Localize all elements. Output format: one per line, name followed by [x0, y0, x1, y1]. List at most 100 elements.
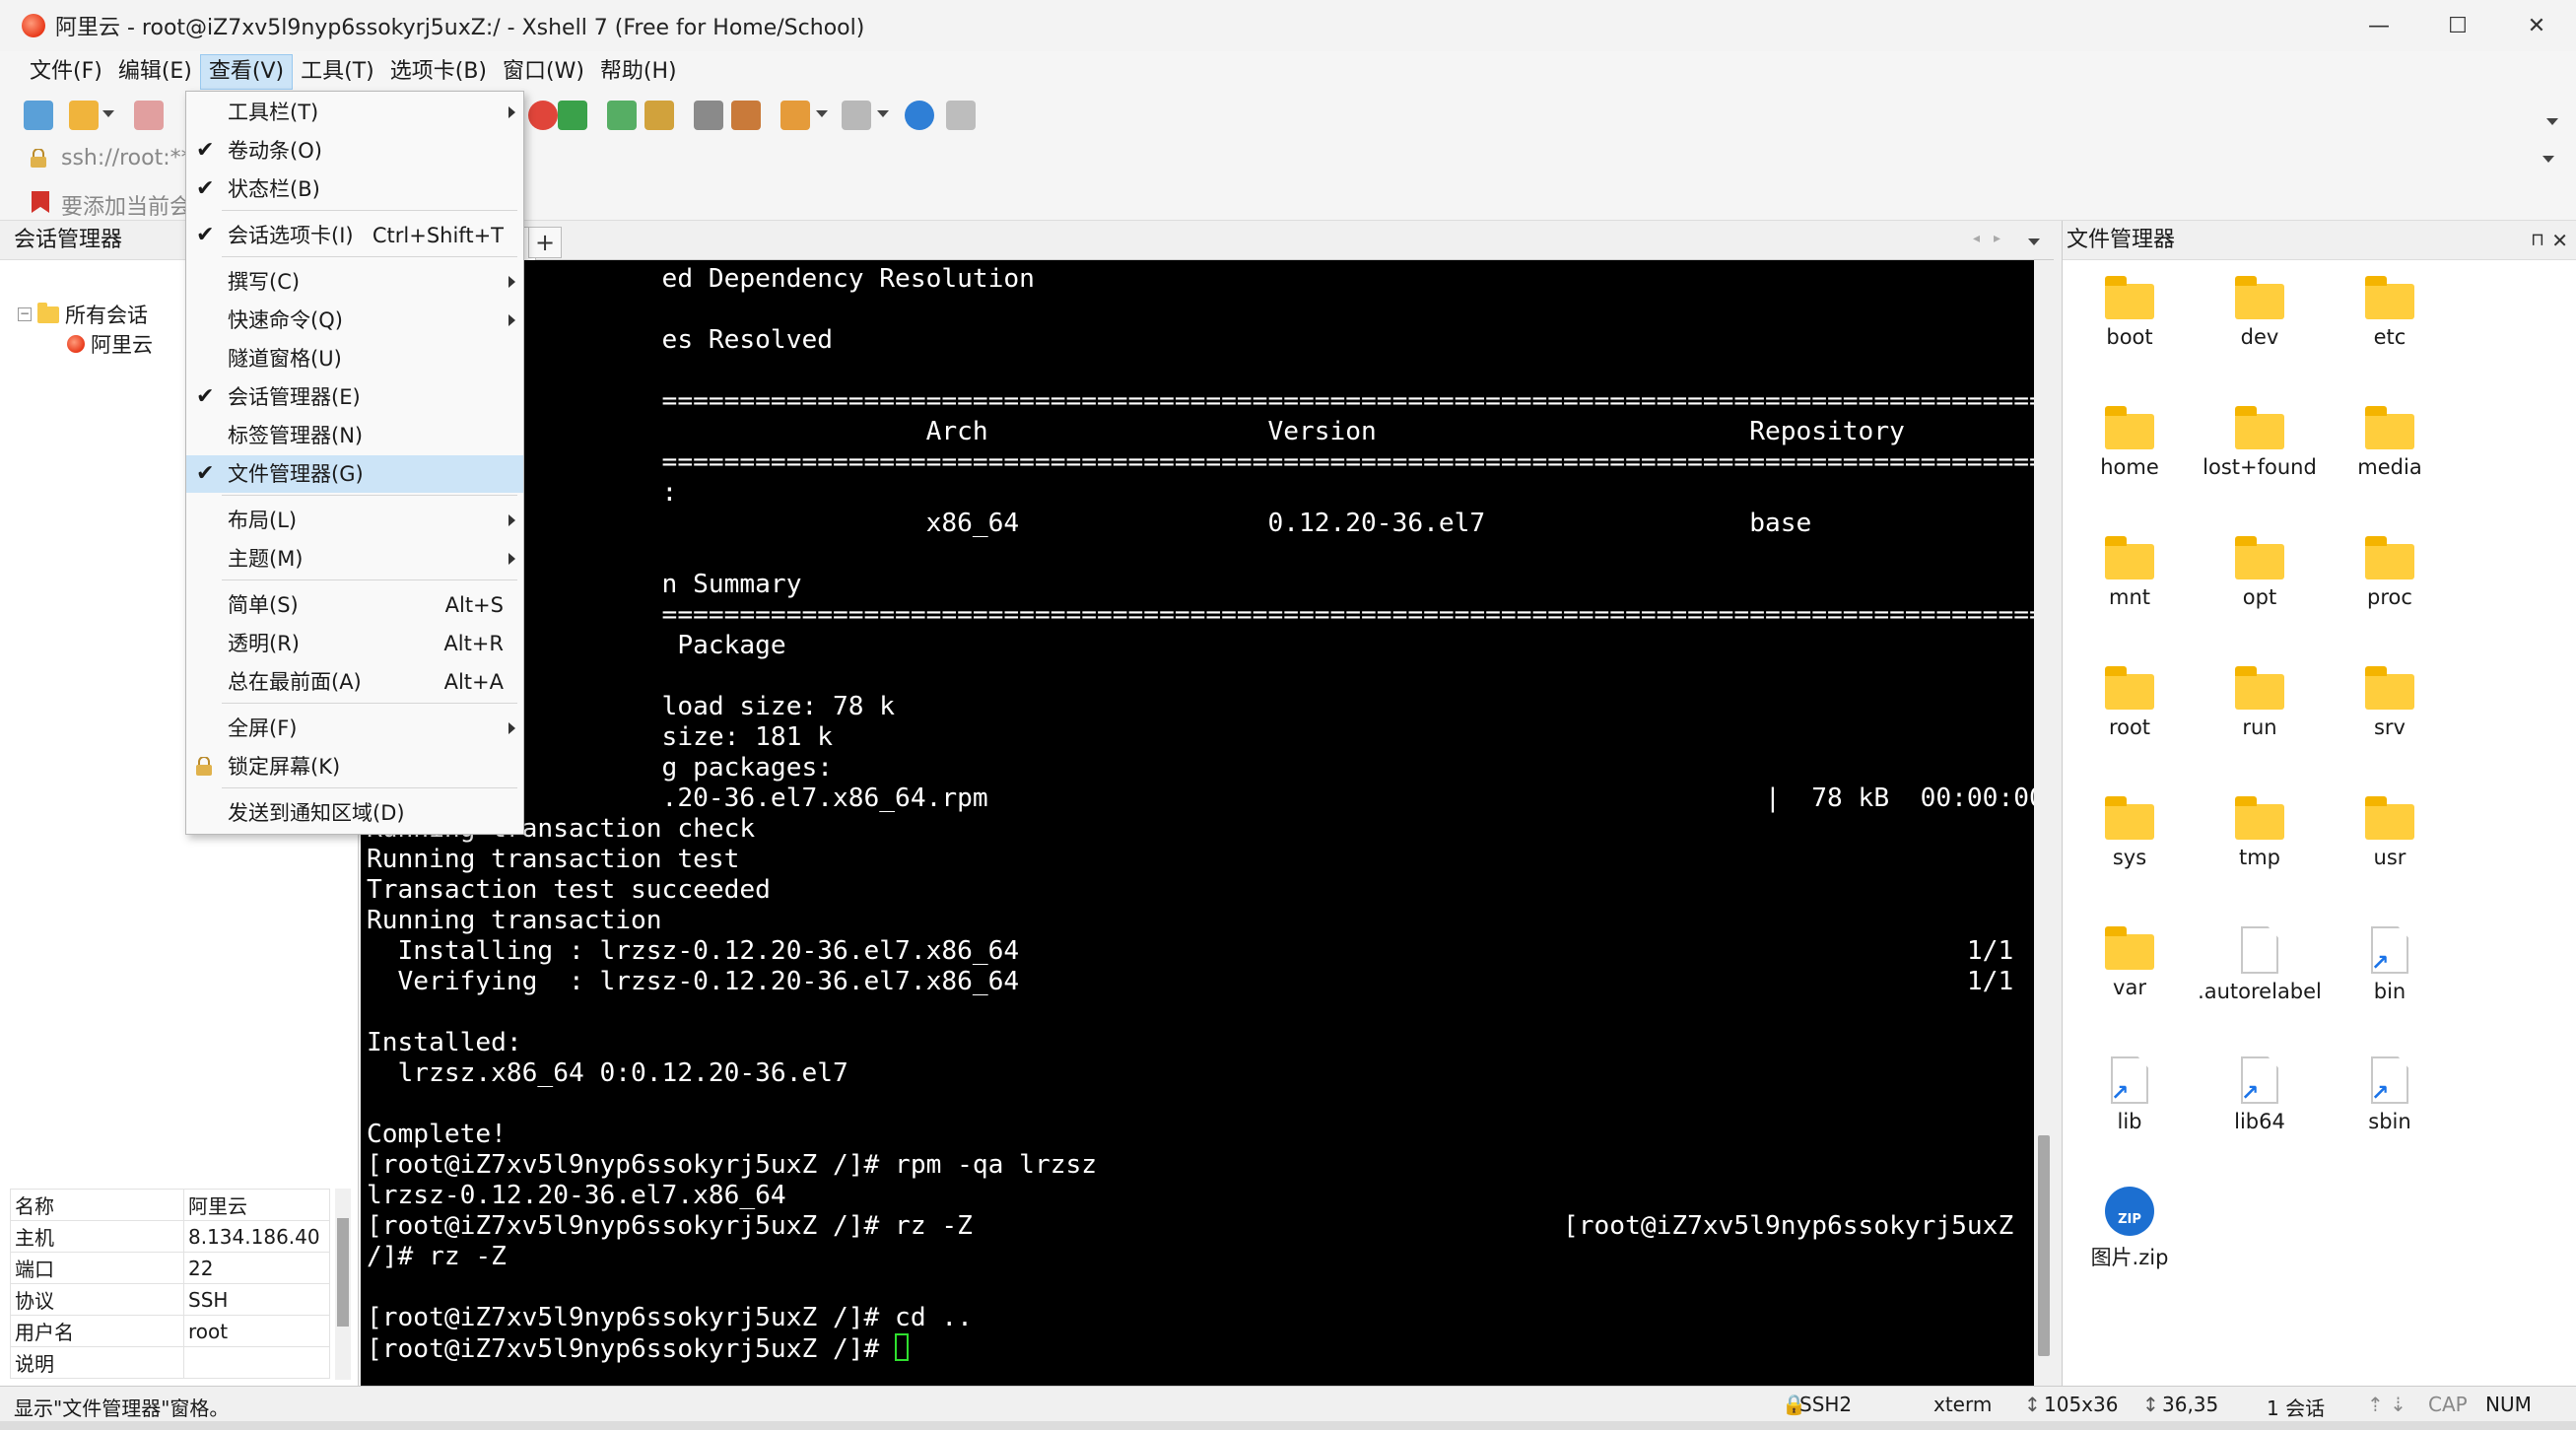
- file-item[interactable]: opt: [2197, 536, 2323, 609]
- file-item[interactable]: dev: [2197, 276, 2323, 349]
- menu-view[interactable]: 查看(V): [199, 54, 294, 90]
- menu-item[interactable]: ✔ 状态栏(B): [186, 170, 523, 208]
- menu-item[interactable]: 布局(L): [186, 502, 523, 539]
- file-item[interactable]: tmp: [2197, 796, 2323, 869]
- add-tab-button[interactable]: +: [528, 227, 562, 258]
- close-button[interactable]: ✕: [2497, 0, 2576, 51]
- tree-node-aliyun[interactable]: 阿里云: [67, 329, 153, 359]
- symlink-icon: [2111, 1056, 2148, 1104]
- terminal-line: n Summary: [367, 570, 802, 599]
- prop-value: SSH: [183, 1283, 330, 1316]
- collapse-icon[interactable]: −: [18, 307, 32, 321]
- file-item[interactable]: sys: [2067, 796, 2193, 869]
- file-item-label: bin: [2373, 980, 2407, 1003]
- file-item[interactable]: home: [2067, 406, 2193, 479]
- keyboard-icon[interactable]: [694, 101, 723, 130]
- menu-item[interactable]: 透明(R) Alt+R: [186, 625, 523, 662]
- help-icon[interactable]: [905, 101, 934, 130]
- file-item[interactable]: sbin: [2327, 1056, 2453, 1133]
- file-item[interactable]: root: [2067, 666, 2193, 739]
- minimize-button[interactable]: —: [2339, 0, 2418, 51]
- highlight-icon[interactable]: [731, 101, 761, 130]
- menu-item[interactable]: 撰写(C): [186, 263, 523, 301]
- fullscreen-icon[interactable]: [607, 101, 637, 130]
- tree-node-all-sessions[interactable]: − 所有会话: [18, 300, 148, 329]
- window-title: 阿里云 - root@iZ7xv5l9nyp6ssokyrj5uxZ:/ - X…: [55, 16, 865, 40]
- checkmark-icon: ✔: [196, 138, 215, 163]
- add-link-dropdown-icon[interactable]: [816, 110, 828, 117]
- terminal-line: [root@iZ7xv5l9nyp6ssokyrj5uxZ /]# rpm -q…: [367, 1150, 1098, 1180]
- menu-item[interactable]: ✔ 卷动条(O): [186, 132, 523, 170]
- file-item[interactable]: proc: [2327, 536, 2453, 609]
- lock-icon[interactable]: [644, 101, 674, 130]
- file-item[interactable]: boot: [2067, 276, 2193, 349]
- checkmark-icon: ✔: [196, 461, 215, 486]
- menu-tools[interactable]: 工具(T): [293, 54, 382, 90]
- address-input[interactable]: ssh://root:**: [61, 146, 192, 170]
- status-transfer-arrows: ⇡ ⇣: [2367, 1393, 2407, 1416]
- terminal-view[interactable]: ed Dependency Resolution es Resolved ===…: [361, 260, 2034, 1386]
- add-link-icon[interactable]: [780, 101, 810, 130]
- tab-scroll-arrows[interactable]: ◂▸: [1973, 231, 2014, 246]
- file-item[interactable]: srv: [2327, 666, 2453, 739]
- new-session-icon[interactable]: [24, 101, 53, 130]
- terminal-line: Complete!: [367, 1120, 507, 1149]
- menu-file[interactable]: 文件(F): [22, 54, 110, 90]
- maximize-button[interactable]: ☐: [2418, 0, 2497, 51]
- terminal-scrollbar[interactable]: [2034, 260, 2054, 1386]
- file-item[interactable]: lost+found: [2197, 406, 2323, 479]
- properties-scrollbar[interactable]: [335, 1189, 351, 1380]
- xftp-icon[interactable]: [558, 101, 587, 130]
- menu-item[interactable]: 快速命令(Q): [186, 302, 523, 339]
- menu-help[interactable]: 帮助(H): [592, 54, 685, 90]
- open-dropdown-icon[interactable]: [102, 110, 114, 117]
- file-item[interactable]: usr: [2327, 796, 2453, 869]
- address-dropdown-icon[interactable]: [2542, 156, 2554, 163]
- chat-icon[interactable]: [946, 101, 976, 130]
- terminal-line: :: [661, 478, 678, 508]
- open-folder-icon[interactable]: [69, 101, 99, 130]
- layout-dropdown-icon[interactable]: [877, 110, 889, 117]
- menu-tab[interactable]: 选项卡(B): [382, 54, 495, 90]
- file-item-label: tmp: [2238, 846, 2281, 869]
- file-item-label: root: [2108, 715, 2151, 739]
- file-item[interactable]: etc: [2327, 276, 2453, 349]
- file-item[interactable]: bin: [2327, 926, 2453, 1003]
- file-item[interactable]: run: [2197, 666, 2323, 739]
- file-item[interactable]: lib: [2067, 1056, 2193, 1133]
- status-sessions[interactable]: 1 会话: [2267, 1393, 2325, 1421]
- menu-item[interactable]: 全屏(F): [186, 710, 523, 747]
- file-item[interactable]: ZIP 图片.zip: [2067, 1187, 2193, 1271]
- menu-item[interactable]: 锁定屏幕(K): [186, 748, 523, 785]
- menu-item[interactable]: 工具栏(T): [186, 94, 523, 131]
- menu-item[interactable]: 总在最前面(A) Alt+A: [186, 663, 523, 701]
- close-icon[interactable]: ✕: [2551, 221, 2568, 260]
- pin-icon[interactable]: ⊓: [2531, 221, 2544, 260]
- xshell-icon[interactable]: [528, 101, 558, 130]
- links-bar-hint: 要添加当前会: [61, 195, 192, 220]
- menu-item[interactable]: 标签管理器(N): [186, 417, 523, 454]
- file-item[interactable]: mnt: [2067, 536, 2193, 609]
- layout-icon[interactable]: [842, 101, 871, 130]
- menu-edit[interactable]: 编辑(E): [110, 54, 200, 90]
- menu-item[interactable]: 主题(M): [186, 540, 523, 578]
- file-item[interactable]: .autorelabel: [2197, 926, 2323, 1003]
- menu-window[interactable]: 窗口(W): [495, 54, 592, 90]
- scrollbar-thumb[interactable]: [2038, 1135, 2050, 1356]
- menu-item[interactable]: ✔ 会话管理器(E): [186, 378, 523, 416]
- menu-item[interactable]: 隧道窗格(U): [186, 340, 523, 377]
- file-item[interactable]: media: [2327, 406, 2453, 479]
- file-item[interactable]: var: [2067, 926, 2193, 999]
- tab-list-dropdown-icon[interactable]: [2028, 238, 2040, 245]
- file-item[interactable]: lib64: [2197, 1056, 2323, 1133]
- scrollbar-thumb[interactable]: [337, 1218, 349, 1327]
- menu-item[interactable]: 简单(S) Alt+S: [186, 586, 523, 624]
- tree-label-all-sessions: 所有会话: [65, 304, 148, 327]
- menu-item[interactable]: 发送到通知区域(D): [186, 794, 523, 832]
- toolbar-overflow-icon[interactable]: [2546, 118, 2558, 125]
- menu-item-label: 全屏(F): [228, 716, 298, 740]
- menu-item[interactable]: ✔ 会话选项卡(I) Ctrl+Shift+T: [186, 217, 523, 254]
- menu-item[interactable]: ✔ 文件管理器(G): [186, 455, 523, 493]
- disconnect-icon[interactable]: [134, 101, 164, 130]
